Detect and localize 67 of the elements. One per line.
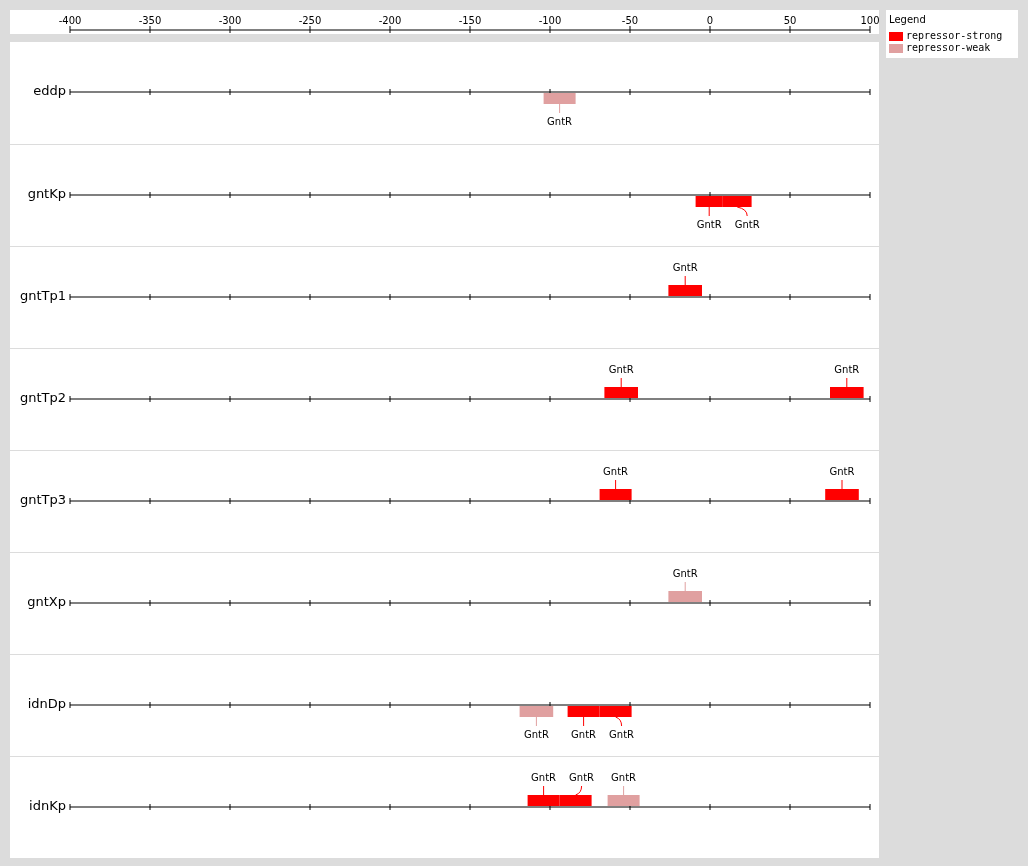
binding-site-bar[interactable] bbox=[527, 795, 560, 806]
legend-label: repressor-strong bbox=[906, 30, 1003, 42]
binding-site-bar[interactable] bbox=[825, 489, 859, 500]
promoter-name: idnKp bbox=[29, 798, 66, 814]
binding-site-bar[interactable] bbox=[722, 196, 752, 207]
axis-tick-label: 100 bbox=[860, 15, 880, 26]
site-label: GntR bbox=[696, 219, 722, 230]
axis-tick-label: 50 bbox=[783, 15, 797, 26]
binding-site-bar[interactable] bbox=[567, 706, 600, 717]
site-label: GntR bbox=[571, 729, 597, 740]
legend-title: Legend bbox=[889, 14, 927, 26]
site-label: GntR bbox=[834, 364, 860, 375]
binding-site-bar[interactable] bbox=[599, 706, 632, 717]
promoter-name: gntKp bbox=[27, 186, 66, 202]
site-label: GntR bbox=[734, 219, 760, 230]
leader-line bbox=[684, 581, 686, 592]
site-label: GntR bbox=[672, 568, 698, 579]
leader-line bbox=[708, 206, 710, 217]
leader-line bbox=[583, 716, 585, 727]
binding-site-bar[interactable] bbox=[830, 387, 864, 398]
binding-site-bar[interactable] bbox=[607, 795, 640, 806]
binding-site-bar[interactable] bbox=[519, 706, 554, 717]
axis-tick-label: -350 bbox=[138, 15, 162, 26]
promoter-name: gntTp1 bbox=[19, 288, 66, 304]
promoter-name: eddp bbox=[33, 83, 66, 99]
promoter-name: gntTp3 bbox=[19, 492, 66, 508]
promoter-name: gntXp bbox=[27, 594, 66, 610]
leader-line bbox=[535, 716, 537, 727]
leader-line bbox=[846, 377, 848, 388]
axis-tick-label: -400 bbox=[58, 15, 82, 26]
binding-site-bar[interactable] bbox=[668, 285, 702, 296]
leader-line bbox=[575, 785, 583, 796]
axis-tick-label: -250 bbox=[298, 15, 322, 26]
site-label: GntR bbox=[609, 729, 635, 740]
binding-site-bar[interactable] bbox=[695, 196, 723, 207]
leader-line bbox=[684, 275, 686, 286]
leader-line bbox=[615, 716, 623, 727]
leader-line bbox=[615, 479, 617, 490]
site-label: GntR bbox=[603, 466, 629, 477]
axis-tick-label: 0 bbox=[706, 15, 714, 26]
site-label: GntR bbox=[523, 729, 549, 740]
binding-site-bar[interactable] bbox=[668, 591, 702, 602]
promoter-name: idnDp bbox=[27, 696, 66, 712]
site-label: GntR bbox=[829, 466, 855, 477]
site-label: GntR bbox=[611, 772, 637, 783]
site-label: GntR bbox=[569, 772, 595, 783]
site-label: GntR bbox=[531, 772, 557, 783]
leader-line bbox=[543, 785, 545, 796]
site-label: GntR bbox=[547, 116, 573, 127]
leader-line bbox=[620, 377, 622, 388]
axis-tick-label: -300 bbox=[218, 15, 242, 26]
promoter-name: gntTp2 bbox=[19, 390, 66, 406]
axis-tick-label: -200 bbox=[378, 15, 402, 26]
leader-line bbox=[736, 206, 748, 217]
binding-site-bar[interactable] bbox=[543, 93, 576, 104]
axis-tick-label: -150 bbox=[458, 15, 482, 26]
binding-site-bar[interactable] bbox=[559, 795, 592, 806]
leader-line bbox=[623, 785, 625, 796]
legend-label: repressor-weak bbox=[906, 42, 991, 54]
site-label: GntR bbox=[608, 364, 634, 375]
axis-tick-label: -100 bbox=[538, 15, 562, 26]
leader-line bbox=[841, 479, 843, 490]
leader-line bbox=[559, 103, 561, 114]
axis-tick-label: -50 bbox=[621, 15, 639, 26]
binding-site-bar[interactable] bbox=[604, 387, 638, 398]
binding-site-bar[interactable] bbox=[599, 489, 632, 500]
site-label: GntR bbox=[672, 262, 698, 273]
